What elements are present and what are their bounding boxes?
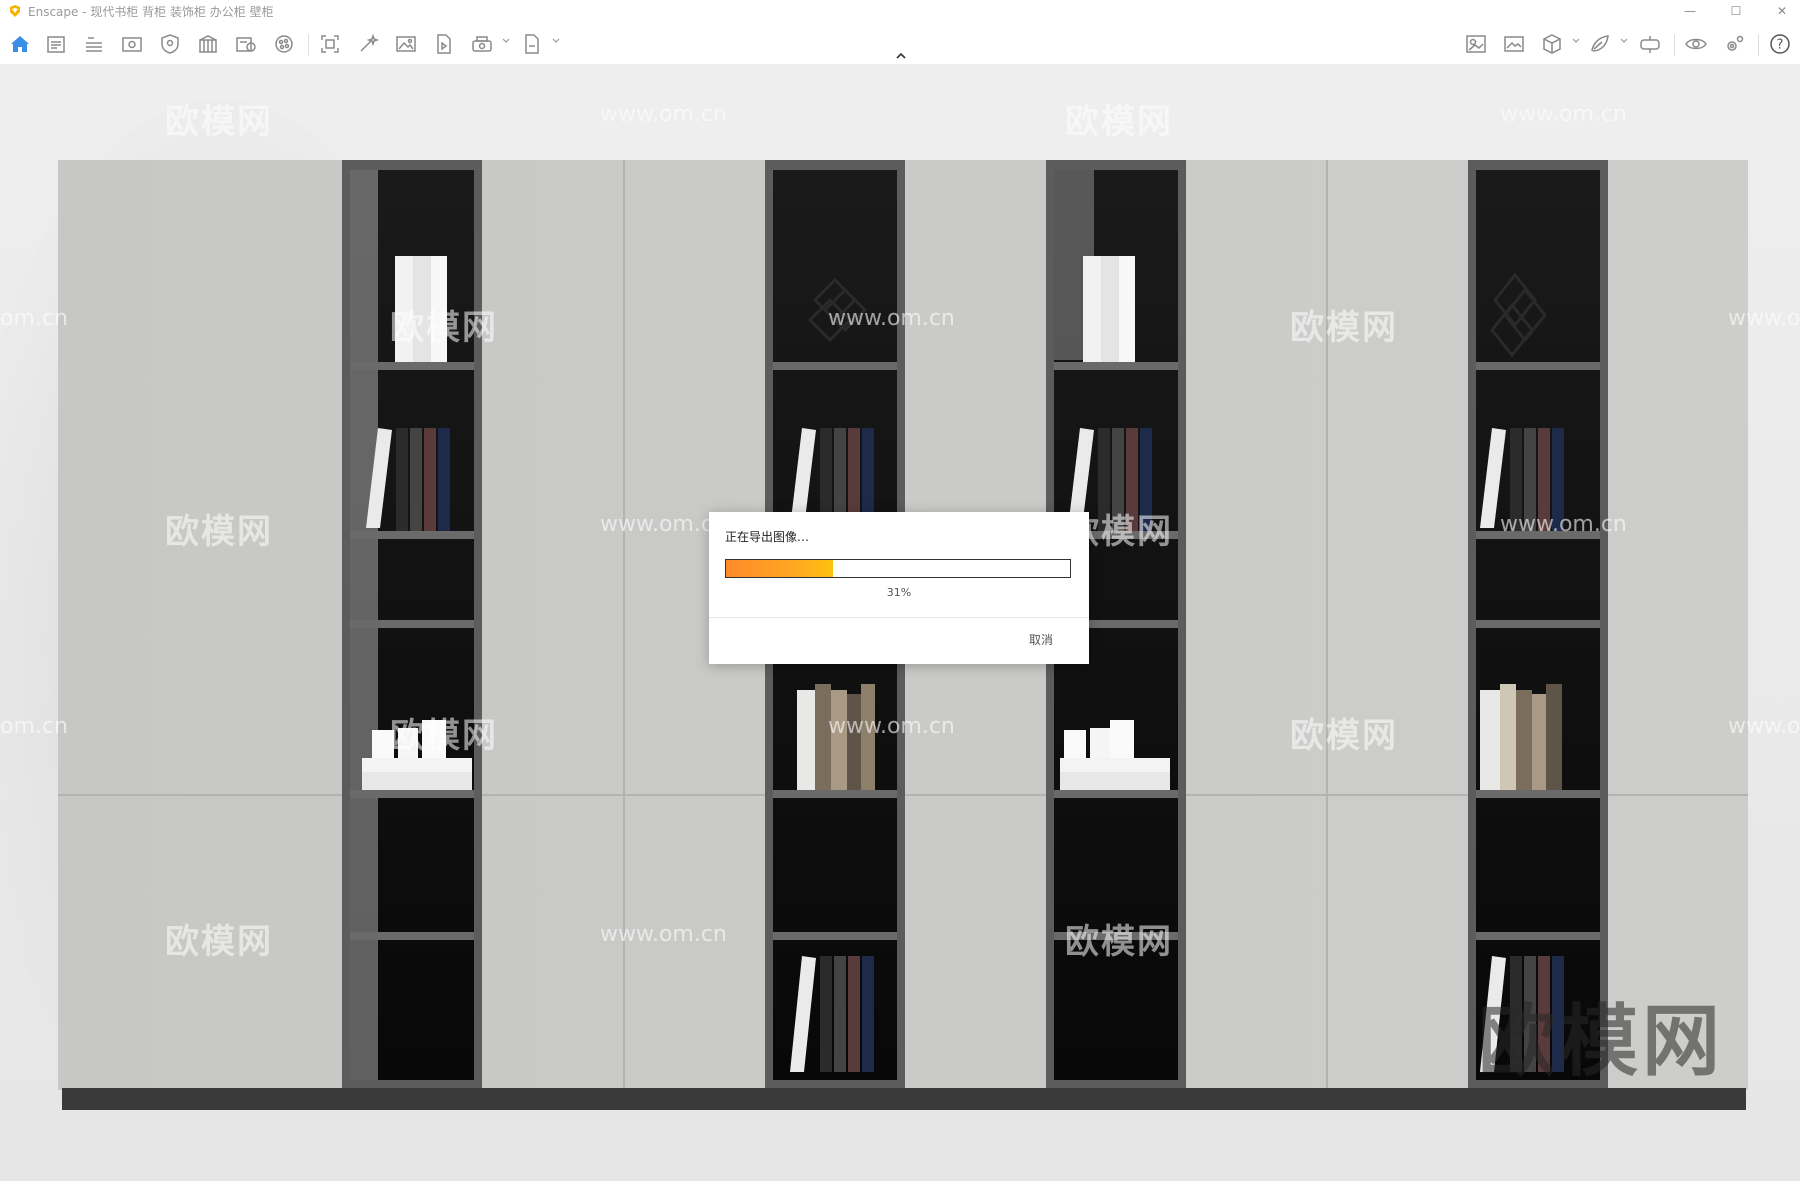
export-progress-dialog: 正在导出图像… 31% 取消 <box>709 512 1089 664</box>
project-icon[interactable] <box>44 32 68 56</box>
watermark-url: www.om.cn <box>600 922 727 947</box>
vr-icon[interactable] <box>1588 32 1612 56</box>
dialog-title: 正在导出图像… <box>725 530 810 544</box>
watermark-url: www.om.cn <box>828 306 955 331</box>
close-button[interactable]: ✕ <box>1764 0 1800 22</box>
asset-library-icon[interactable] <box>234 32 258 56</box>
title-bar: Enscape - 现代书柜 背柜 装饰柜 办公柜 壁柜 — ☐ ✕ <box>0 0 1800 22</box>
site-context-icon[interactable] <box>196 32 220 56</box>
visual-settings-icon[interactable] <box>158 32 182 56</box>
home-icon[interactable] <box>8 32 32 56</box>
large-watermark: 欧模网 <box>1478 997 1725 1087</box>
watermark: 欧模网 <box>1290 716 1398 756</box>
chevron-down-icon[interactable] <box>1572 37 1580 45</box>
watermark: 欧模网 <box>165 102 273 142</box>
watermark-url: www.om.cn <box>600 102 727 127</box>
help-icon[interactable]: ? <box>1768 32 1792 56</box>
eye-icon[interactable] <box>1684 32 1708 56</box>
watermark: 欧模网 <box>390 716 498 756</box>
export-icon[interactable] <box>520 32 544 56</box>
toolbar-separator <box>1674 34 1675 56</box>
watermark-url: www.om.cn <box>828 714 955 739</box>
chevron-up-icon[interactable] <box>893 50 909 60</box>
watermark: 欧模网 <box>1065 102 1173 142</box>
batch-render-icon[interactable] <box>356 32 380 56</box>
progress-percent: 31% <box>886 586 912 599</box>
watermark-url: www.o <box>1728 306 1800 331</box>
cancel-button[interactable]: 取消 <box>1029 631 1053 648</box>
chevron-down-icon[interactable] <box>552 37 560 45</box>
dialog-divider <box>709 617 1089 618</box>
capture-icon[interactable] <box>318 32 342 56</box>
watermark-url: www.om.cn <box>1500 102 1627 127</box>
watermark: 欧模网 <box>1290 308 1398 348</box>
watermark-url: www.om.cn <box>600 512 727 537</box>
minimize-button[interactable]: — <box>1672 0 1708 22</box>
watermark: 欧模网 <box>165 512 273 552</box>
maximize-button[interactable]: ☐ <box>1718 0 1754 22</box>
progress-fill <box>726 560 833 577</box>
progress-bar <box>725 559 1071 578</box>
watermark: 欧模网 <box>1065 922 1173 962</box>
atmosphere-icon[interactable] <box>1502 32 1526 56</box>
window-title: Enscape - 现代书柜 背柜 装饰柜 办公柜 壁柜 <box>28 5 274 19</box>
material-editor-icon[interactable] <box>272 32 296 56</box>
screenshot-icon[interactable] <box>394 32 418 56</box>
toolbar-separator <box>1758 34 1759 56</box>
watermark: 欧模网 <box>165 922 273 962</box>
panorama-icon[interactable] <box>470 32 494 56</box>
enscape-logo-icon <box>10 5 20 17</box>
chevron-down-icon[interactable] <box>1620 37 1628 45</box>
bim-icon[interactable] <box>82 32 106 56</box>
web-standalone-icon[interactable] <box>1638 32 1662 56</box>
svg-text:?: ? <box>1777 38 1784 53</box>
cube-icon[interactable] <box>1540 32 1564 56</box>
views-icon[interactable] <box>120 32 144 56</box>
sun-icon[interactable] <box>1464 32 1488 56</box>
watermark-url: om.cn <box>0 714 68 739</box>
watermark-url: om.cn <box>0 306 68 331</box>
settings-icon[interactable] <box>1722 32 1746 56</box>
toolbar-separator <box>308 34 309 56</box>
watermark-url: www.o <box>1728 714 1800 739</box>
watermark-url: www.om.cn <box>1500 512 1627 537</box>
video-editor-icon[interactable] <box>432 32 456 56</box>
chevron-down-icon[interactable] <box>502 37 510 45</box>
watermark: 欧模网 <box>390 308 498 348</box>
